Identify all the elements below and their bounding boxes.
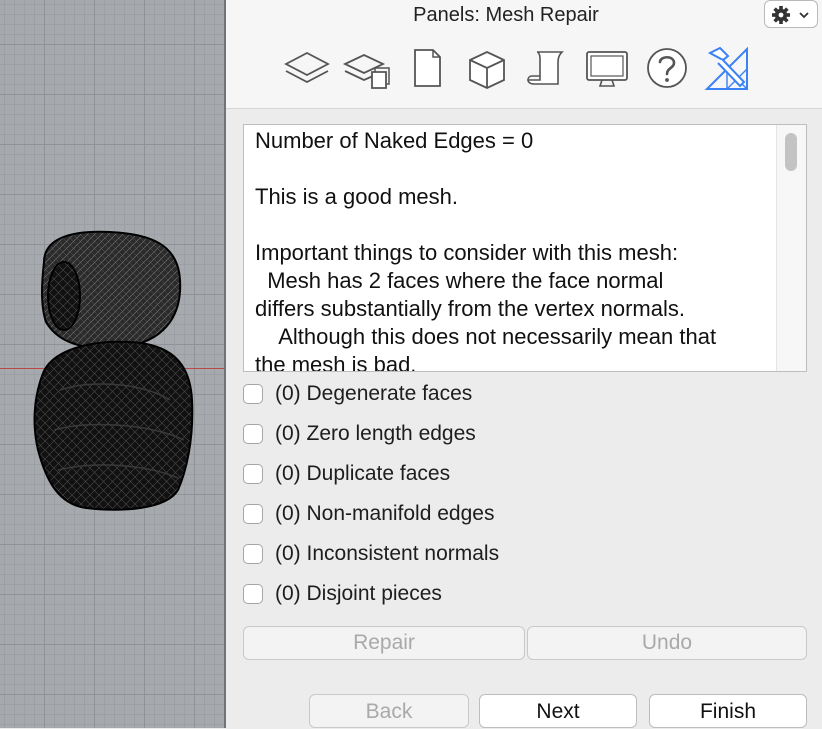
help-tab[interactable] [642, 44, 692, 94]
check-degenerate-faces[interactable]: (0) Degenerate faces [243, 382, 803, 410]
layers-tab[interactable] [282, 44, 332, 94]
panel-header: Panels: Mesh Repair [226, 0, 822, 109]
document-icon [414, 49, 441, 87]
object-properties-tab[interactable] [462, 44, 512, 94]
check-label: (0) Duplicate faces [275, 462, 451, 485]
check-disjoint-pieces[interactable]: (0) Disjoint pieces [243, 582, 803, 610]
command-history-tab[interactable] [522, 44, 572, 94]
mesh-report-textbox[interactable]: Number of Naked Edges = 0 This is a good… [243, 124, 807, 372]
check-zero-length-edges[interactable]: (0) Zero length edges [243, 422, 803, 450]
checkbox[interactable] [243, 544, 263, 564]
script-icon [527, 51, 564, 85]
mesh-repair-panel: Panels: Mesh Repair Number of Naked Edge… [226, 0, 822, 728]
document-properties-tab[interactable] [402, 44, 452, 94]
display-icon [586, 51, 628, 87]
repair-button[interactable]: Repair [243, 626, 525, 660]
mesh-wireframe[interactable] [0, 0, 224, 728]
cube-icon [469, 51, 505, 89]
chevron-down-icon [799, 12, 809, 19]
check-inconsistent-normals[interactable]: (0) Inconsistent normals [243, 542, 803, 570]
checkbox[interactable] [243, 584, 263, 604]
next-button[interactable]: Next [479, 694, 637, 728]
check-duplicate-faces[interactable]: (0) Duplicate faces [243, 462, 803, 490]
mesh-repair-tab[interactable] [702, 44, 752, 94]
checkbox[interactable] [243, 424, 263, 444]
layer-stack-icon [342, 54, 390, 89]
mesh-report-text: Number of Naked Edges = 0 This is a good… [255, 128, 717, 372]
checkbox[interactable] [243, 504, 263, 524]
layers-icon [284, 51, 330, 84]
report-scroll-thumb[interactable] [785, 133, 797, 171]
layer-states-tab[interactable] [342, 44, 392, 94]
check-label: (0) Zero length edges [275, 422, 476, 445]
check-label: (0) Disjoint pieces [275, 582, 442, 605]
panel-options-button[interactable] [764, 0, 818, 28]
mesh-repair-icon [704, 46, 748, 90]
display-tab[interactable] [582, 44, 632, 94]
viewport[interactable] [0, 0, 224, 728]
finish-button[interactable]: Finish [649, 694, 807, 728]
panel-title: Panels: Mesh Repair [413, 4, 599, 26]
check-non-manifold-edges[interactable]: (0) Non-manifold edges [243, 502, 803, 530]
check-label: (0) Non-manifold edges [275, 502, 495, 525]
back-button[interactable]: Back [309, 694, 469, 728]
check-label: (0) Inconsistent normals [275, 542, 500, 565]
undo-button[interactable]: Undo [527, 626, 807, 660]
check-label: (0) Degenerate faces [275, 382, 473, 405]
report-scrollbar[interactable] [776, 125, 806, 371]
checkbox[interactable] [243, 384, 263, 404]
help-icon [647, 48, 687, 88]
checkbox[interactable] [243, 464, 263, 484]
gear-icon [772, 6, 809, 24]
